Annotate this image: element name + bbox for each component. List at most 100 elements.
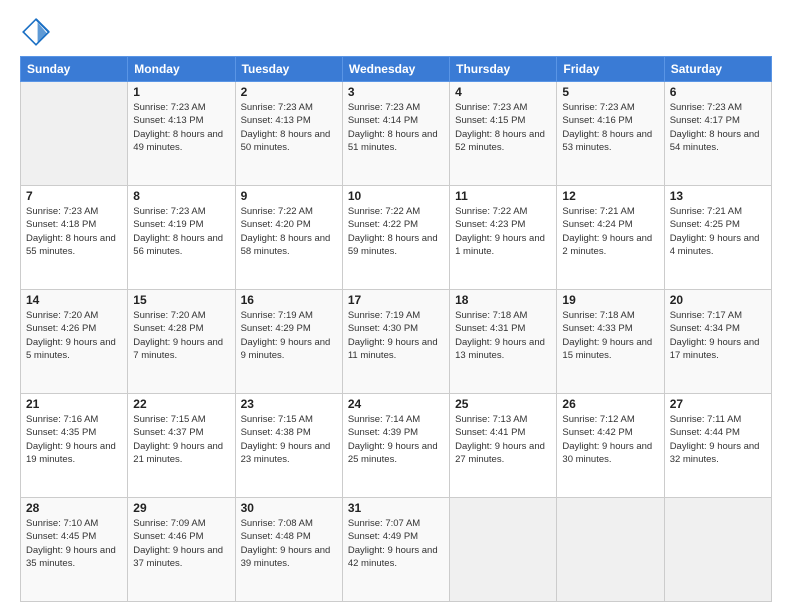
calendar-cell: 5 Sunrise: 7:23 AM Sunset: 4:16 PM Daylig… xyxy=(557,82,664,186)
calendar-week-2: 7 Sunrise: 7:23 AM Sunset: 4:18 PM Daylig… xyxy=(21,186,772,290)
calendar-cell: 1 Sunrise: 7:23 AM Sunset: 4:13 PM Daylig… xyxy=(128,82,235,186)
day-number: 16 xyxy=(241,293,337,307)
day-detail: Sunrise: 7:23 AM Sunset: 4:17 PM Dayligh… xyxy=(670,101,766,154)
calendar-cell: 2Sunrise: 7:23 AM Sunset: 4:13 PM Daylig… xyxy=(235,82,342,186)
day-detail: Sunrise: 7:23 AM Sunset: 4:15 PM Dayligh… xyxy=(455,101,551,154)
calendar-cell: 10 Sunrise: 7:22 AM Sunset: 4:22 PM Dayli… xyxy=(342,186,449,290)
day-number: 26 xyxy=(562,397,658,411)
page-header xyxy=(20,16,772,48)
day-number: 3 xyxy=(348,85,444,99)
calendar-cell xyxy=(21,82,128,186)
calendar-cell: 22 Sunrise: 7:15 AM Sunset: 4:37 PM Dayli… xyxy=(128,394,235,498)
day-detail: Sunrise: 7:11 AM Sunset: 4:44 PM Dayligh… xyxy=(670,413,766,466)
day-number: 5 xyxy=(562,85,658,99)
calendar-table: SundayMondayTuesdayWednesdayThursdayFrid… xyxy=(20,56,772,602)
day-detail: Sunrise: 7:18 AM Sunset: 4:31 PM Dayligh… xyxy=(455,309,551,362)
day-detail: Sunrise: 7:15 AM Sunset: 4:38 PM Dayligh… xyxy=(241,413,337,466)
weekday-friday: Friday xyxy=(557,57,664,82)
calendar-cell: 19 Sunrise: 7:18 AM Sunset: 4:33 PM Dayli… xyxy=(557,290,664,394)
day-number: 14 xyxy=(26,293,122,307)
day-detail: Sunrise: 7:10 AM Sunset: 4:45 PM Dayligh… xyxy=(26,517,122,570)
day-number: 7 xyxy=(26,189,122,203)
day-detail: Sunrise: 7:08 AM Sunset: 4:48 PM Dayligh… xyxy=(241,517,337,570)
weekday-saturday: Saturday xyxy=(664,57,771,82)
day-detail: Sunrise: 7:20 AM Sunset: 4:28 PM Dayligh… xyxy=(133,309,229,362)
day-detail: Sunrise: 7:12 AM Sunset: 4:42 PM Dayligh… xyxy=(562,413,658,466)
calendar-cell xyxy=(557,498,664,602)
day-number: 11 xyxy=(455,189,551,203)
day-number: 18 xyxy=(455,293,551,307)
day-number: 12 xyxy=(562,189,658,203)
calendar-cell: 3 Sunrise: 7:23 AM Sunset: 4:14 PM Daylig… xyxy=(342,82,449,186)
logo-icon xyxy=(20,16,52,48)
calendar-cell: 15 Sunrise: 7:20 AM Sunset: 4:28 PM Dayli… xyxy=(128,290,235,394)
calendar-cell: 25 Sunrise: 7:13 AM Sunset: 4:41 PM Dayli… xyxy=(450,394,557,498)
day-number: 20 xyxy=(670,293,766,307)
day-number: 23 xyxy=(241,397,337,411)
calendar-cell: 24 Sunrise: 7:14 AM Sunset: 4:39 PM Dayli… xyxy=(342,394,449,498)
day-number: 17 xyxy=(348,293,444,307)
day-detail: Sunrise: 7:19 AM Sunset: 4:29 PM Dayligh… xyxy=(241,309,337,362)
calendar-cell: 20 Sunrise: 7:17 AM Sunset: 4:34 PM Dayli… xyxy=(664,290,771,394)
logo xyxy=(20,16,56,48)
day-number: 25 xyxy=(455,397,551,411)
day-detail: Sunrise: 7:09 AM Sunset: 4:46 PM Dayligh… xyxy=(133,517,229,570)
day-detail: Sunrise: 7:22 AM Sunset: 4:22 PM Dayligh… xyxy=(348,205,444,258)
day-detail: Sunrise: 7:22 AM Sunset: 4:20 PM Dayligh… xyxy=(241,205,337,258)
day-number: 29 xyxy=(133,501,229,515)
calendar-cell: 8Sunrise: 7:23 AM Sunset: 4:19 PM Daylig… xyxy=(128,186,235,290)
day-detail: Sunrise: 7:18 AM Sunset: 4:33 PM Dayligh… xyxy=(562,309,658,362)
calendar-cell: 26 Sunrise: 7:12 AM Sunset: 4:42 PM Dayli… xyxy=(557,394,664,498)
calendar-cell xyxy=(450,498,557,602)
day-detail: Sunrise: 7:23 AM Sunset: 4:18 PM Dayligh… xyxy=(26,205,122,258)
day-number: 6 xyxy=(670,85,766,99)
day-detail: Sunrise: 7:16 AM Sunset: 4:35 PM Dayligh… xyxy=(26,413,122,466)
day-detail: Sunrise: 7:23 AM Sunset: 4:14 PM Dayligh… xyxy=(348,101,444,154)
calendar-week-1: 1 Sunrise: 7:23 AM Sunset: 4:13 PM Daylig… xyxy=(21,82,772,186)
weekday-monday: Monday xyxy=(128,57,235,82)
day-detail: Sunrise: 7:13 AM Sunset: 4:41 PM Dayligh… xyxy=(455,413,551,466)
day-detail: Sunrise: 7:21 AM Sunset: 4:24 PM Dayligh… xyxy=(562,205,658,258)
day-number: 19 xyxy=(562,293,658,307)
day-number: 27 xyxy=(670,397,766,411)
day-number: 22 xyxy=(133,397,229,411)
day-number: 21 xyxy=(26,397,122,411)
day-number: 2 xyxy=(241,85,337,99)
day-detail: Sunrise: 7:23 AM Sunset: 4:16 PM Dayligh… xyxy=(562,101,658,154)
calendar-cell: 21 Sunrise: 7:16 AM Sunset: 4:35 PM Dayli… xyxy=(21,394,128,498)
day-detail: Sunrise: 7:07 AM Sunset: 4:49 PM Dayligh… xyxy=(348,517,444,570)
day-number: 10 xyxy=(348,189,444,203)
calendar-cell: 7 Sunrise: 7:23 AM Sunset: 4:18 PM Daylig… xyxy=(21,186,128,290)
calendar-cell: 30 Sunrise: 7:08 AM Sunset: 4:48 PM Dayli… xyxy=(235,498,342,602)
day-number: 15 xyxy=(133,293,229,307)
calendar-cell: 28Sunrise: 7:10 AM Sunset: 4:45 PM Dayli… xyxy=(21,498,128,602)
calendar-week-5: 28Sunrise: 7:10 AM Sunset: 4:45 PM Dayli… xyxy=(21,498,772,602)
day-detail: Sunrise: 7:22 AM Sunset: 4:23 PM Dayligh… xyxy=(455,205,551,258)
calendar-week-4: 21 Sunrise: 7:16 AM Sunset: 4:35 PM Dayli… xyxy=(21,394,772,498)
calendar-cell: 31Sunrise: 7:07 AM Sunset: 4:49 PM Dayli… xyxy=(342,498,449,602)
day-detail: Sunrise: 7:14 AM Sunset: 4:39 PM Dayligh… xyxy=(348,413,444,466)
day-detail: Sunrise: 7:23 AM Sunset: 4:19 PM Dayligh… xyxy=(133,205,229,258)
day-detail: Sunrise: 7:19 AM Sunset: 4:30 PM Dayligh… xyxy=(348,309,444,362)
calendar-cell: 23 Sunrise: 7:15 AM Sunset: 4:38 PM Dayli… xyxy=(235,394,342,498)
calendar-cell: 14 Sunrise: 7:20 AM Sunset: 4:26 PM Dayli… xyxy=(21,290,128,394)
calendar-cell: 9 Sunrise: 7:22 AM Sunset: 4:20 PM Daylig… xyxy=(235,186,342,290)
calendar-cell: 17 Sunrise: 7:19 AM Sunset: 4:30 PM Dayli… xyxy=(342,290,449,394)
day-number: 4 xyxy=(455,85,551,99)
calendar-cell: 18 Sunrise: 7:18 AM Sunset: 4:31 PM Dayli… xyxy=(450,290,557,394)
day-detail: Sunrise: 7:17 AM Sunset: 4:34 PM Dayligh… xyxy=(670,309,766,362)
weekday-tuesday: Tuesday xyxy=(235,57,342,82)
day-number: 24 xyxy=(348,397,444,411)
calendar-cell: 12 Sunrise: 7:21 AM Sunset: 4:24 PM Dayli… xyxy=(557,186,664,290)
day-number: 1 xyxy=(133,85,229,99)
day-number: 30 xyxy=(241,501,337,515)
calendar-cell: 29 Sunrise: 7:09 AM Sunset: 4:46 PM Dayli… xyxy=(128,498,235,602)
day-detail: Sunrise: 7:15 AM Sunset: 4:37 PM Dayligh… xyxy=(133,413,229,466)
day-number: 9 xyxy=(241,189,337,203)
weekday-thursday: Thursday xyxy=(450,57,557,82)
calendar-cell: 13Sunrise: 7:21 AM Sunset: 4:25 PM Dayli… xyxy=(664,186,771,290)
day-detail: Sunrise: 7:20 AM Sunset: 4:26 PM Dayligh… xyxy=(26,309,122,362)
calendar-cell: 4 Sunrise: 7:23 AM Sunset: 4:15 PM Daylig… xyxy=(450,82,557,186)
day-detail: Sunrise: 7:23 AM Sunset: 4:13 PM Dayligh… xyxy=(133,101,229,154)
calendar-cell: 6 Sunrise: 7:23 AM Sunset: 4:17 PM Daylig… xyxy=(664,82,771,186)
